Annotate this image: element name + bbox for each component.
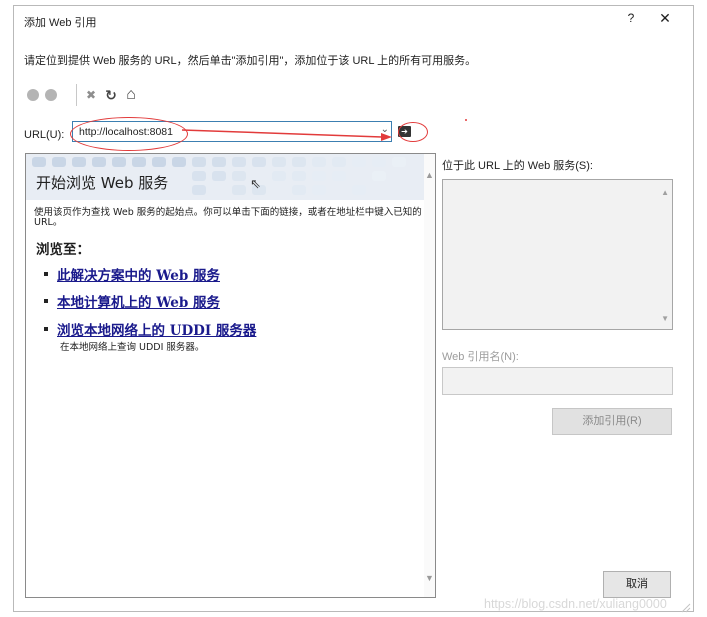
bullet-icon xyxy=(44,272,48,276)
cancel-button[interactable]: 取消 xyxy=(603,571,671,598)
url-label: URL(U): xyxy=(24,129,65,141)
link-uddi-servers[interactable]: 浏览本地网络上的 UDDI 服务器 xyxy=(57,319,256,339)
watermark: https://blog.csdn.net/xuliang0000 xyxy=(484,597,667,611)
scroll-down-icon[interactable]: ▼ xyxy=(424,573,435,583)
add-web-reference-dialog: 添加 Web 引用 ? ✕ 请定位到提供 Web 服务的 URL，然后单击"添加… xyxy=(13,5,694,613)
list-item: 此解决方案中的 Web 服务 xyxy=(44,264,220,284)
go-button[interactable]: ➔ xyxy=(398,126,411,137)
browser-title: 开始浏览 Web 服务 xyxy=(36,174,169,192)
bullet-icon xyxy=(44,299,48,303)
scroll-down-icon[interactable]: ▼ xyxy=(661,314,669,323)
url-combobox[interactable]: http://localhost:8081 ⌄ xyxy=(72,121,392,142)
back-icon[interactable] xyxy=(26,86,40,104)
stop-icon[interactable]: ✖ xyxy=(84,86,98,104)
services-list[interactable]: ▲ ▼ xyxy=(442,179,673,330)
scroll-up-icon[interactable]: ▲ xyxy=(424,170,435,180)
title-bar: 添加 Web 引用 ? ✕ xyxy=(14,6,693,34)
services-label: 位于此 URL 上的 Web 服务(S): xyxy=(442,160,593,172)
url-input[interactable]: http://localhost:8081 xyxy=(79,126,173,138)
home-icon[interactable]: ⌂ xyxy=(123,86,139,104)
link-local-services[interactable]: 本地计算机上的 Web 服务 xyxy=(57,291,220,311)
browser-scrollbar[interactable] xyxy=(424,154,435,597)
browser-pane[interactable]: 开始浏览 Web 服务 ⇖ ▲ ▼ 使用该页作为查找 Web 服务的起始点。你可… xyxy=(25,153,436,598)
refresh-icon[interactable]: ↻ xyxy=(104,86,118,104)
window-title: 添加 Web 引用 xyxy=(24,17,97,29)
instruction-text: 请定位到提供 Web 服务的 URL，然后单击"添加引用"，添加位于该 URL … xyxy=(24,55,477,67)
browser-description: 使用该页作为查找 Web 服务的起始点。你可以单击下面的链接，或者在地址栏中键入… xyxy=(34,207,422,228)
scroll-up-icon[interactable]: ▲ xyxy=(661,188,669,197)
mouse-cursor-icon: ⇖ xyxy=(250,176,261,191)
reference-name-label: Web 引用名(N): xyxy=(442,351,519,363)
reference-name-input[interactable] xyxy=(442,367,673,395)
add-reference-button[interactable]: 添加引用(R) xyxy=(552,408,672,435)
forward-icon[interactable] xyxy=(44,86,58,104)
resize-grip-icon[interactable] xyxy=(679,601,691,613)
uddi-description: 在本地网络上查询 UDDI 服务器。 xyxy=(60,342,205,353)
list-item: 本地计算机上的 Web 服务 xyxy=(44,291,220,311)
close-button[interactable]: ✕ xyxy=(658,10,672,27)
banner: 开始浏览 Web 服务 ⇖ xyxy=(26,154,426,200)
bullet-icon xyxy=(44,327,48,331)
help-button[interactable]: ? xyxy=(624,11,638,25)
link-solution-services[interactable]: 此解决方案中的 Web 服务 xyxy=(57,264,220,284)
browse-heading: 浏览至： xyxy=(36,242,90,258)
toolbar-divider xyxy=(76,84,77,106)
list-item: 浏览本地网络上的 UDDI 服务器 xyxy=(44,319,256,339)
chevron-down-icon[interactable]: ⌄ xyxy=(381,124,389,135)
